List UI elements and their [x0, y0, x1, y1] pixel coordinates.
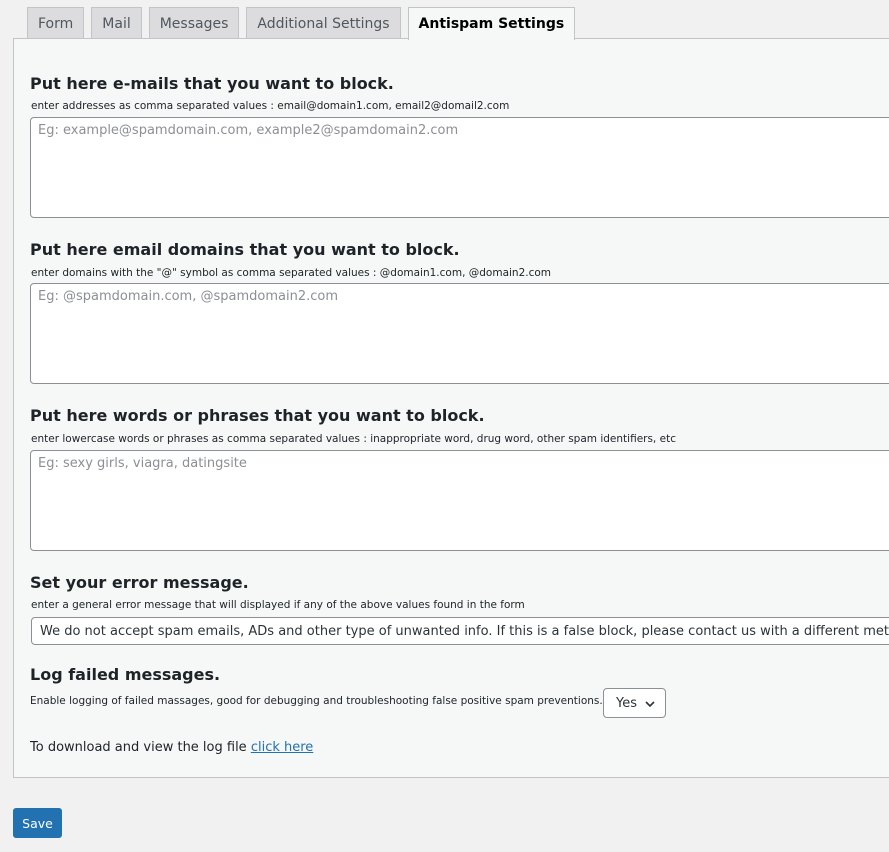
blocked-emails-description: enter addresses as comma separated value… — [31, 100, 510, 112]
log-download-line: To download and view the log file click … — [30, 740, 313, 755]
log-failed-title: Log failed messages. — [30, 665, 221, 684]
error-message-description: enter a general error message that will … — [31, 599, 525, 611]
blocked-emails-textarea[interactable] — [30, 117, 889, 218]
tab-messages[interactable]: Messages — [148, 7, 240, 39]
save-button[interactable]: Save — [13, 808, 62, 838]
log-download-link[interactable]: click here — [251, 740, 313, 755]
blocked-words-title: Put here words or phrases that you want … — [30, 406, 485, 425]
blocked-words-description: enter lowercase words or phrases as comm… — [31, 433, 676, 445]
log-enable-select[interactable]: Yes — [603, 688, 666, 718]
tab-mail[interactable]: Mail — [91, 7, 142, 39]
blocked-words-textarea[interactable] — [30, 450, 889, 551]
tab-additional-settings[interactable]: Additional Settings — [246, 7, 401, 39]
tab-antispam-settings[interactable]: Antispam Settings — [407, 7, 576, 40]
error-message-title: Set your error message. — [30, 573, 249, 592]
chevron-down-icon — [645, 701, 655, 708]
settings-tabs: Form Mail Messages Additional Settings A… — [27, 7, 582, 40]
blocked-domains-textarea[interactable] — [30, 283, 889, 384]
error-message-input[interactable] — [31, 617, 889, 645]
blocked-domains-title: Put here email domains that you want to … — [30, 240, 460, 259]
blocked-emails-title: Put here e-mails that you want to block. — [30, 74, 394, 93]
tab-form[interactable]: Form — [27, 7, 85, 39]
blocked-domains-description: enter domains with the "@" symbol as com… — [31, 267, 552, 279]
log-enable-selected-value: Yes — [616, 695, 637, 711]
log-download-text: To download and view the log file — [30, 740, 247, 755]
log-failed-description: Enable logging of failed massages, good … — [30, 695, 603, 707]
